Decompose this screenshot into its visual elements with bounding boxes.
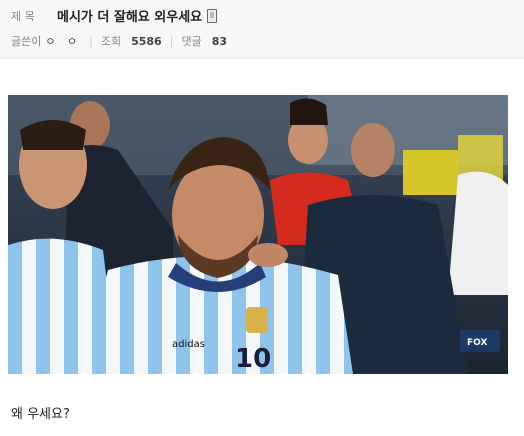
author-name[interactable]: ㅇ ㅇ [45, 33, 81, 49]
comments-label: 댓글 [181, 35, 202, 48]
divider: | [89, 34, 93, 48]
views-label: 조회 [100, 35, 122, 48]
title-row: 제 목 메시가 더 잘해요 외우세요 [11, 6, 218, 25]
meta-row: 글쓴이 ㅇ ㅇ | 조회 5586 | 댓글 83 [11, 33, 227, 49]
photo-illustration: 10 adidas FOX [8, 95, 508, 374]
mobile-icon [207, 8, 218, 23]
title-label: 제 목 [11, 9, 35, 23]
jersey-number: 10 [235, 344, 271, 374]
brand-label: adidas [172, 339, 205, 350]
post-title: 메시가 더 잘해요 외우세요 [57, 10, 203, 25]
divider: | [169, 34, 174, 48]
post-body: 왜 우세요? [11, 407, 70, 422]
broadcaster-logo: FOX [467, 338, 487, 348]
post-photo: 10 adidas FOX [8, 95, 508, 374]
views-count: 5586 [131, 34, 162, 48]
post-header: 제 목 메시가 더 잘해요 외우세요 글쓴이 ㅇ ㅇ | 조회 5586 | 댓… [0, 0, 524, 58]
comments-count: 83 [211, 34, 227, 48]
author-label: 글쓴이 [11, 35, 42, 48]
